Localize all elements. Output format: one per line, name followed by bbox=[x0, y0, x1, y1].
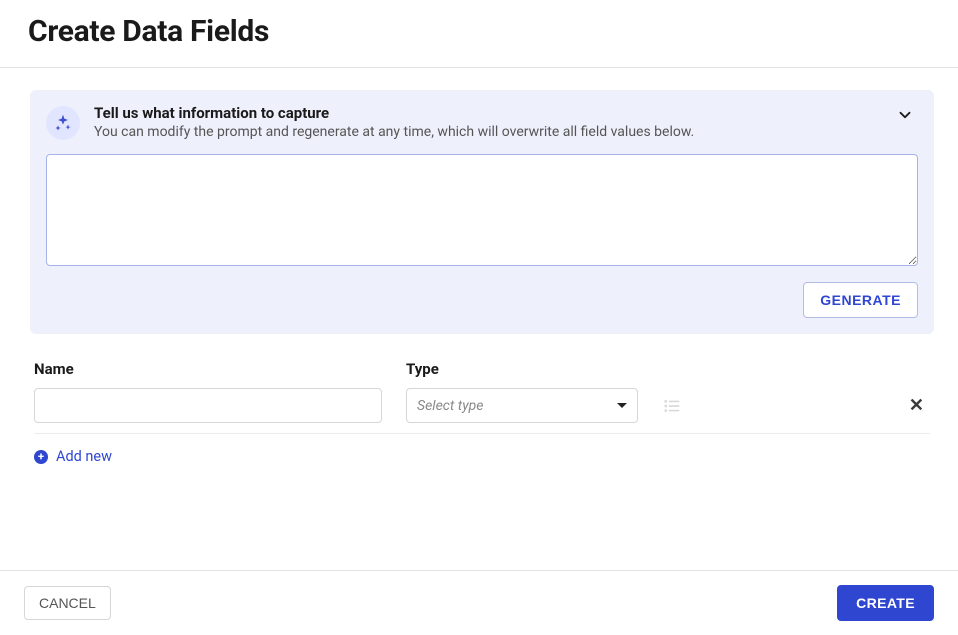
footer: CANCEL CREATE bbox=[0, 570, 958, 635]
prompt-subtitle: You can modify the prompt and regenerate… bbox=[94, 124, 694, 140]
prompt-header: Tell us what information to capture You … bbox=[46, 104, 918, 140]
type-placeholder: Select type bbox=[417, 398, 483, 414]
plus-circle-icon: + bbox=[34, 450, 48, 464]
generate-button[interactable]: GENERATE bbox=[803, 282, 918, 318]
prompt-text: Tell us what information to capture You … bbox=[94, 104, 694, 140]
create-button[interactable]: CREATE bbox=[837, 585, 934, 621]
page-header: Create Data Fields bbox=[0, 0, 958, 68]
type-column-header: Type bbox=[406, 360, 638, 378]
field-row: Select type ✕ bbox=[34, 388, 930, 434]
add-new-label: Add new bbox=[56, 448, 112, 465]
prompt-textarea[interactable] bbox=[46, 154, 918, 266]
prompt-actions: GENERATE bbox=[46, 282, 918, 318]
field-name-input[interactable] bbox=[34, 388, 382, 423]
name-column-header: Name bbox=[34, 360, 382, 378]
list-icon[interactable] bbox=[662, 396, 682, 416]
add-new-button[interactable]: + Add new bbox=[34, 448, 112, 465]
prompt-title: Tell us what information to capture bbox=[94, 104, 694, 122]
delete-row-icon[interactable]: ✕ bbox=[909, 397, 930, 415]
field-type-select[interactable]: Select type bbox=[406, 388, 638, 423]
chevron-down-icon[interactable] bbox=[896, 106, 914, 124]
cancel-button[interactable]: CANCEL bbox=[24, 586, 111, 620]
page-title: Create Data Fields bbox=[28, 14, 930, 49]
sparkle-icon bbox=[46, 106, 80, 140]
fields-section: Name Type Select type ✕ + Add new bbox=[30, 360, 934, 465]
caret-down-icon bbox=[617, 403, 627, 408]
prompt-panel: Tell us what information to capture You … bbox=[30, 90, 934, 334]
content-area: Tell us what information to capture You … bbox=[0, 68, 958, 570]
row-icons: ✕ bbox=[662, 396, 930, 416]
field-headers: Name Type bbox=[34, 360, 930, 378]
